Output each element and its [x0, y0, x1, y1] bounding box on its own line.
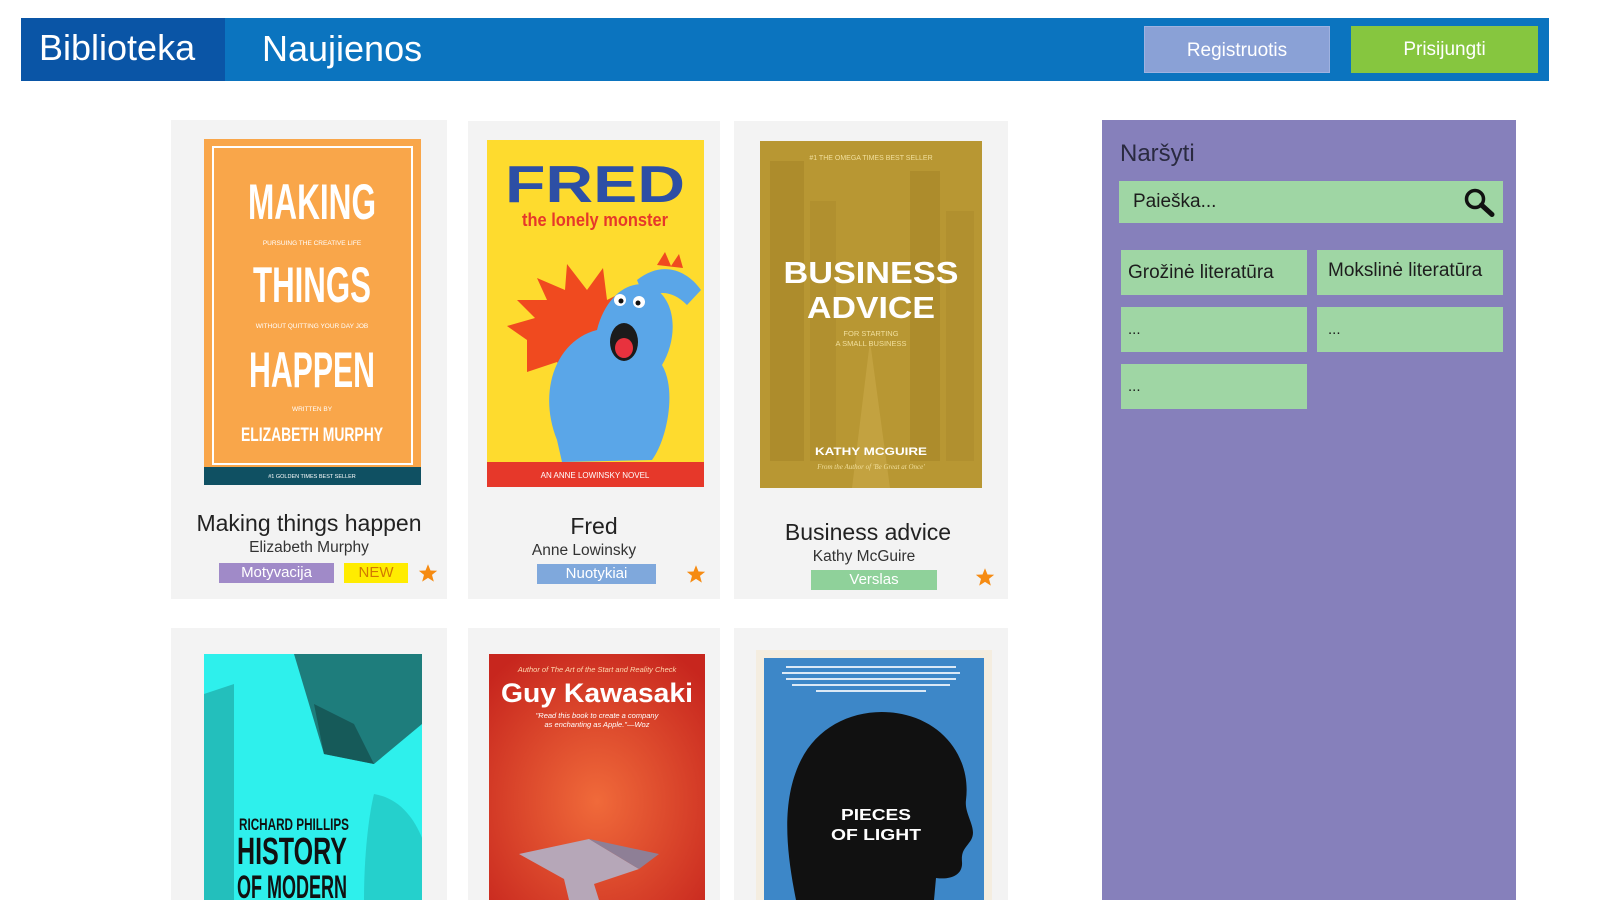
cover-subtitle: A SMALL BUSINESS	[835, 339, 906, 348]
genre-tag[interactable]: Verslas	[811, 570, 937, 590]
page: Biblioteka Naujienos Registruotis Prisij…	[0, 0, 1600, 900]
genre-tag[interactable]: Nuotykiai	[537, 564, 656, 584]
cover-title-line: HISTORY	[237, 831, 347, 873]
cover-art: #1 THE OMEGA TIMES BEST SELLER BUSINESS …	[760, 141, 982, 488]
book-cover[interactable]: Author of The Art of the Start and Reali…	[489, 654, 705, 900]
register-button[interactable]: Registruotis	[1144, 26, 1330, 73]
cover-quote: "Read this book to create a company	[536, 711, 660, 720]
cover-title-line: PIECES	[841, 807, 911, 824]
cover-subtitle: the lonely monster	[522, 210, 668, 230]
book-author: Kathy McGuire	[812, 548, 916, 565]
cover-title-line: OF MODERN	[237, 869, 347, 900]
book-card[interactable]: RICHARD PHILLIPS HISTORY OF MODERN	[171, 628, 447, 900]
cover-art: FRED the lonely monster AN ANNE LOWINSKY…	[487, 140, 704, 487]
book-cover[interactable]: #1 THE OMEGA TIMES BEST SELLER BUSINESS …	[760, 141, 982, 488]
book-cover[interactable]: MAKING PURSUING THE CREATIVE LIFE THINGS…	[204, 139, 421, 485]
search-icon[interactable]	[1463, 187, 1495, 217]
cover-top-text: #1 THE OMEGA TIMES BEST SELLER	[809, 155, 932, 162]
sidebar-title: Naršyti	[1120, 140, 1195, 167]
cover-top-text: Author of The Art of the Start and Reali…	[517, 665, 678, 674]
book-title[interactable]: Business advice	[731, 519, 1005, 546]
cover-title-line: OF LIGHT	[831, 827, 921, 844]
browse-sidebar: Naršyti Grožinė literatūra Mokslinė lite…	[1102, 120, 1516, 900]
cover-art: PIECES OF LIGHT	[756, 650, 992, 900]
star-icon[interactable]	[975, 567, 995, 587]
book-cover[interactable]: FRED the lonely monster AN ANNE LOWINSKY…	[487, 140, 704, 487]
cover-art: MAKING PURSUING THE CREATIVE LIFE THINGS…	[204, 139, 421, 485]
cover-title-line: THINGS	[253, 257, 371, 313]
genre-tag[interactable]: Motyvacija	[219, 563, 334, 583]
cover-author: ELIZABETH MURPHY	[241, 425, 383, 446]
star-icon[interactable]	[686, 564, 706, 584]
cover-quote: as enchanting as Apple."—Woz	[545, 720, 650, 729]
cover-art: RICHARD PHILLIPS HISTORY OF MODERN	[204, 654, 422, 900]
cover-title-line: ADVICE	[807, 290, 935, 325]
book-card[interactable]: #1 THE OMEGA TIMES BEST SELLER BUSINESS …	[734, 121, 1008, 599]
brand-link[interactable]: Biblioteka	[21, 18, 225, 81]
book-cover[interactable]: RICHARD PHILLIPS HISTORY OF MODERN	[204, 654, 422, 900]
cover-art: Author of The Art of the Start and Reali…	[489, 654, 705, 900]
category-item[interactable]: ...	[1121, 307, 1307, 352]
cover-subtitle: PURSUING THE CREATIVE LIFE	[263, 240, 362, 247]
search-bar	[1119, 181, 1503, 223]
book-author: Anne Lowinsky	[531, 542, 637, 559]
cover-title: Guy Kawasaki	[501, 678, 693, 708]
cover-title-line: MAKING	[248, 174, 376, 230]
new-badge: NEW	[344, 563, 408, 583]
cover-subtitle: WITHOUT QUITTING YOUR DAY JOB	[256, 323, 369, 330]
category-item[interactable]: ...	[1317, 307, 1503, 352]
book-card[interactable]: PIECES OF LIGHT	[734, 628, 1008, 900]
book-title[interactable]: Fred	[468, 513, 720, 540]
cover-title: FRED	[505, 156, 685, 214]
category-item[interactable]: ...	[1121, 364, 1307, 409]
login-button[interactable]: Prisijungti	[1351, 26, 1538, 73]
cover-subtitle: FOR STARTING	[843, 329, 898, 338]
book-cover[interactable]: PIECES OF LIGHT	[756, 650, 992, 900]
cover-tagline: From the Author of 'Be Great at Once'	[816, 463, 925, 471]
book-title[interactable]: Making things happen	[171, 510, 447, 537]
star-icon[interactable]	[418, 563, 438, 583]
book-card[interactable]: FRED the lonely monster AN ANNE LOWINSKY…	[468, 121, 720, 599]
cover-written-by: WRITTEN BY	[292, 406, 333, 413]
cover-title-line: HAPPEN	[249, 342, 375, 398]
book-card[interactable]: Author of The Art of the Start and Reali…	[468, 628, 720, 900]
cover-author: KATHY MCGUIRE	[815, 446, 927, 458]
category-fiction[interactable]: Grožinė literatūra	[1121, 250, 1307, 295]
cover-title-line: BUSINESS	[784, 255, 959, 290]
category-science[interactable]: Mokslinė literatūra	[1317, 250, 1503, 295]
search-input[interactable]	[1119, 181, 1459, 223]
cover-footer: AN ANNE LOWINSKY NOVEL	[541, 471, 650, 480]
cover-footer: #1 GOLDEN TIMES BEST SELLER	[268, 474, 356, 480]
book-author: Elizabeth Murphy	[249, 539, 369, 556]
book-card[interactable]: MAKING PURSUING THE CREATIVE LIFE THINGS…	[171, 120, 447, 599]
top-navbar: Biblioteka Naujienos Registruotis Prisij…	[21, 18, 1549, 81]
nav-link-news[interactable]: Naujienos	[262, 18, 422, 81]
